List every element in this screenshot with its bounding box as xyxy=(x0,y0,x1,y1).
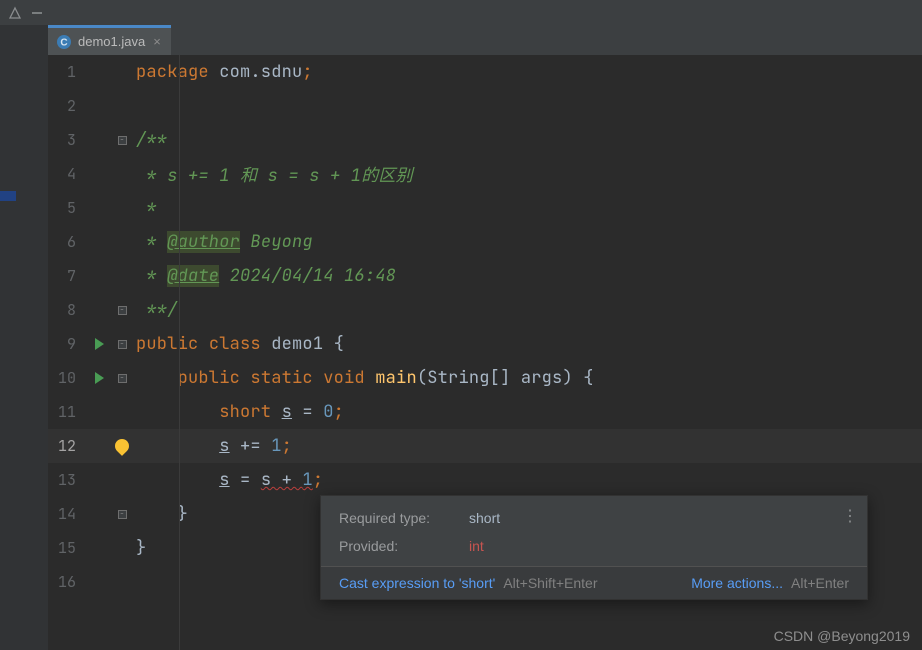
close-tab-icon[interactable]: × xyxy=(151,34,163,49)
line-number: 6 xyxy=(48,232,86,252)
fold-icon[interactable]: − xyxy=(112,340,132,349)
provided-label: Provided: xyxy=(339,538,469,554)
run-main-icon[interactable] xyxy=(86,372,112,384)
line-number: 2 xyxy=(48,96,86,116)
dash-icon[interactable] xyxy=(30,6,44,20)
more-options-icon[interactable]: ⋮ xyxy=(842,506,857,526)
run-class-icon[interactable] xyxy=(86,338,112,350)
stripe-selection xyxy=(0,191,16,201)
tab-label: demo1.java xyxy=(78,34,145,49)
provided-value: int xyxy=(469,538,849,554)
fold-icon[interactable]: − xyxy=(112,306,132,315)
line-number: 4 xyxy=(48,164,86,184)
fold-icon[interactable]: − xyxy=(112,510,132,519)
line-number: 1 xyxy=(48,62,86,82)
gutter-divider xyxy=(179,55,180,650)
title-bar xyxy=(0,0,922,25)
line-number: 7 xyxy=(48,266,86,286)
tool-window-stripe xyxy=(0,25,48,650)
quick-fix-shortcut: Alt+Shift+Enter xyxy=(503,575,597,591)
editor-tab-demo1[interactable]: C demo1.java × xyxy=(48,25,171,55)
line-number: 12 xyxy=(48,436,86,456)
line-number: 16 xyxy=(48,572,86,592)
line-number: 9 xyxy=(48,334,86,354)
more-actions-shortcut: Alt+Enter xyxy=(791,575,849,591)
line-number: 15 xyxy=(48,538,86,558)
line-number: 13 xyxy=(48,470,86,490)
fold-icon[interactable]: − xyxy=(112,374,132,383)
intention-bulb-icon[interactable] xyxy=(112,439,132,453)
line-number: 8 xyxy=(48,300,86,320)
more-actions-link[interactable]: More actions... xyxy=(691,575,783,591)
line-number: 10 xyxy=(48,368,86,388)
required-value: short xyxy=(469,510,849,526)
line-number: 14 xyxy=(48,504,86,524)
fold-icon[interactable]: − xyxy=(112,136,132,145)
required-label: Required type: xyxy=(339,510,469,526)
svg-text:C: C xyxy=(60,37,67,48)
line-number: 5 xyxy=(48,198,86,218)
line-number: 3 xyxy=(48,130,86,150)
line-number: 11 xyxy=(48,402,86,422)
editor-tab-bar: C demo1.java × xyxy=(48,25,922,55)
quick-fix-cast-link[interactable]: Cast expression to 'short' xyxy=(339,575,495,591)
error-tooltip: ⋮ Required type: short Provided: int Cas… xyxy=(320,495,868,600)
watermark: CSDN @Beyong2019 xyxy=(774,628,910,644)
java-class-file-icon: C xyxy=(56,34,72,50)
minimize-icon[interactable] xyxy=(8,6,22,20)
